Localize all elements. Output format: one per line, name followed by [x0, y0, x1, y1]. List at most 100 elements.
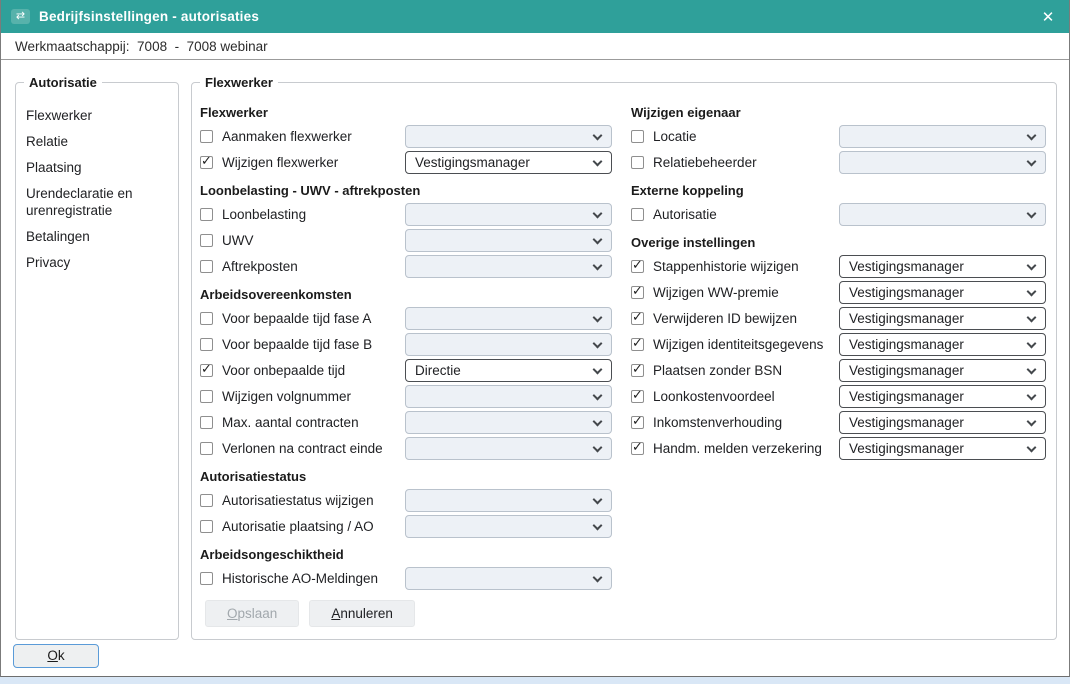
sidebar-item-privacy[interactable]: Privacy — [26, 250, 172, 276]
setting-label: Aftrekposten — [222, 259, 298, 274]
dropdown-verlonen-na-contract-einde[interactable] — [405, 437, 612, 460]
checkbox-locatie[interactable] — [631, 130, 644, 143]
setting-row-aanmaken-flexwerker: Aanmaken flexwerker — [200, 123, 612, 149]
sidebar-item-plaatsing[interactable]: Plaatsing — [26, 155, 172, 181]
setting-label: UWV — [222, 233, 254, 248]
chevron-down-icon — [1027, 416, 1037, 426]
dropdown-uwv[interactable] — [405, 229, 612, 252]
dropdown-value: Vestigingsmanager — [849, 441, 964, 456]
checkbox-wijzigen-flexwerker[interactable] — [200, 156, 213, 169]
setting-row-wijzigen-ww-premie: Wijzigen WW-premie Vestigingsmanager — [631, 279, 1046, 305]
setting-row-autorisatie: Autorisatie — [631, 201, 1046, 227]
dropdown-handm-melden-verzekering[interactable]: Vestigingsmanager — [839, 437, 1046, 460]
checkbox-inkomstenverhouding[interactable] — [631, 416, 644, 429]
dropdown-value: Vestigingsmanager — [415, 155, 530, 170]
checkbox-stappenhistorie-wijzigen[interactable] — [631, 260, 644, 273]
dropdown-voor-onbepaalde-tijd[interactable]: Directie — [405, 359, 612, 382]
setting-label: Autorisatie — [653, 207, 717, 222]
setting-row-handm-melden-verzekering: Handm. melden verzekering Vestigingsmana… — [631, 435, 1046, 461]
section-header-loonbelasting: Loonbelasting - UWV - aftrekposten — [200, 181, 612, 201]
checkbox-voor-bepaalde-tijd-fase-a[interactable] — [200, 312, 213, 325]
checkbox-wijzigen-identiteitsgegevens[interactable] — [631, 338, 644, 351]
dropdown-wijzigen-identiteitsgegevens[interactable]: Vestigingsmanager — [839, 333, 1046, 356]
dropdown-inkomstenverhouding[interactable]: Vestigingsmanager — [839, 411, 1046, 434]
setting-row-max-aantal-contracten: Max. aantal contracten — [200, 409, 612, 435]
setting-label: Voor onbepaalde tijd — [222, 363, 345, 378]
setting-row-voor-onbepaalde-tijd: Voor onbepaalde tijd Directie — [200, 357, 612, 383]
dropdown-wijzigen-volgnummer[interactable] — [405, 385, 612, 408]
setting-label: Stappenhistorie wijzigen — [653, 259, 799, 274]
dropdown-plaatsen-zonder-bsn[interactable]: Vestigingsmanager — [839, 359, 1046, 382]
dropdown-loonkostenvoordeel[interactable]: Vestigingsmanager — [839, 385, 1046, 408]
checkbox-loonbelasting[interactable] — [200, 208, 213, 221]
dropdown-value: Vestigingsmanager — [849, 363, 964, 378]
cancel-button[interactable]: Annuleren — [309, 600, 415, 627]
dropdown-voor-bepaalde-tijd-fase-a[interactable] — [405, 307, 612, 330]
checkbox-autorisatiestatus-wijzigen[interactable] — [200, 494, 213, 507]
dropdown-stappenhistorie-wijzigen[interactable]: Vestigingsmanager — [839, 255, 1046, 278]
chevron-down-icon — [1027, 130, 1037, 140]
checkbox-uwv[interactable] — [200, 234, 213, 247]
flexwerker-groupbox: Flexwerker Flexwerker Aanmaken flexwerke… — [191, 82, 1057, 640]
sidebar-item-flexwerker[interactable]: Flexwerker — [26, 103, 172, 129]
checkbox-wijzigen-volgnummer[interactable] — [200, 390, 213, 403]
dialog-window: ⇄ Bedrijfsinstellingen - autorisaties ✕ … — [0, 0, 1070, 677]
chevron-down-icon — [1027, 364, 1037, 374]
dropdown-aanmaken-flexwerker[interactable] — [405, 125, 612, 148]
checkbox-max-aantal-contracten[interactable] — [200, 416, 213, 429]
dropdown-wijzigen-flexwerker[interactable]: Vestigingsmanager — [405, 151, 612, 174]
setting-label: Plaatsen zonder BSN — [653, 363, 782, 378]
dropdown-voor-bepaalde-tijd-fase-b[interactable] — [405, 333, 612, 356]
checkbox-voor-onbepaalde-tijd[interactable] — [200, 364, 213, 377]
checkbox-historische-ao-meldingen[interactable] — [200, 572, 213, 585]
sidebar-legend: Autorisatie — [24, 74, 102, 91]
checkbox-aftrekposten[interactable] — [200, 260, 213, 273]
checkbox-verwijderen-id-bewijzen[interactable] — [631, 312, 644, 325]
company-bar: Werkmaatschappij: 7008 - 7008 webinar — [1, 33, 1069, 60]
checkbox-voor-bepaalde-tijd-fase-b[interactable] — [200, 338, 213, 351]
chevron-down-icon — [593, 208, 603, 218]
setting-row-aftrekposten: Aftrekposten — [200, 253, 612, 279]
checkbox-handm-melden-verzekering[interactable] — [631, 442, 644, 455]
checkbox-verlonen-na-contract-einde[interactable] — [200, 442, 213, 455]
dropdown-historische-ao-meldingen[interactable] — [405, 567, 612, 590]
setting-row-voor-bepaalde-tijd-fase-b: Voor bepaalde tijd fase B — [200, 331, 612, 357]
sidebar-item-betalingen[interactable]: Betalingen — [26, 224, 172, 250]
checkbox-aanmaken-flexwerker[interactable] — [200, 130, 213, 143]
checkbox-wijzigen-ww-premie[interactable] — [631, 286, 644, 299]
chevron-down-icon — [593, 364, 603, 374]
sidebar-item-urendeclaratie[interactable]: Urendeclaratie en urenregistratie — [26, 181, 172, 224]
dropdown-autorisatie-plaatsing-ao[interactable] — [405, 515, 612, 538]
checkbox-autorisatie-plaatsing-ao[interactable] — [200, 520, 213, 533]
dropdown-autorisatie[interactable] — [839, 203, 1046, 226]
chevron-down-icon — [593, 390, 603, 400]
dropdown-relatiebeheerder[interactable] — [839, 151, 1046, 174]
checkbox-relatiebeheerder[interactable] — [631, 156, 644, 169]
company-label: Werkmaatschappij: 7008 - 7008 webinar — [15, 39, 268, 54]
save-button[interactable]: Opslaan — [205, 600, 299, 627]
setting-row-wijzigen-identiteitsgegevens: Wijzigen identiteitsgegevens Vestigingsm… — [631, 331, 1046, 357]
setting-label: Historische AO-Meldingen — [222, 571, 378, 586]
dropdown-value: Vestigingsmanager — [849, 259, 964, 274]
dropdown-wijzigen-ww-premie[interactable]: Vestigingsmanager — [839, 281, 1046, 304]
dropdown-locatie[interactable] — [839, 125, 1046, 148]
setting-label: Wijzigen identiteitsgegevens — [653, 337, 823, 352]
sidebar-item-relatie[interactable]: Relatie — [26, 129, 172, 155]
dropdown-autorisatiestatus-wijzigen[interactable] — [405, 489, 612, 512]
checkbox-loonkostenvoordeel[interactable] — [631, 390, 644, 403]
chevron-down-icon — [593, 312, 603, 322]
dropdown-verwijderen-id-bewijzen[interactable]: Vestigingsmanager — [839, 307, 1046, 330]
setting-row-inkomstenverhouding: Inkomstenverhouding Vestigingsmanager — [631, 409, 1046, 435]
ok-button[interactable]: Ok — [13, 644, 99, 668]
setting-label: Wijzigen WW-premie — [653, 285, 779, 300]
dropdown-aftrekposten[interactable] — [405, 255, 612, 278]
dropdown-value: Vestigingsmanager — [849, 415, 964, 430]
checkbox-plaatsen-zonder-bsn[interactable] — [631, 364, 644, 377]
setting-row-locatie: Locatie — [631, 123, 1046, 149]
dropdown-value: Vestigingsmanager — [849, 389, 964, 404]
checkbox-autorisatie[interactable] — [631, 208, 644, 221]
setting-label: Relatiebeheerder — [653, 155, 757, 170]
close-icon[interactable]: ✕ — [1035, 4, 1061, 29]
dropdown-max-aantal-contracten[interactable] — [405, 411, 612, 434]
dropdown-loonbelasting[interactable] — [405, 203, 612, 226]
